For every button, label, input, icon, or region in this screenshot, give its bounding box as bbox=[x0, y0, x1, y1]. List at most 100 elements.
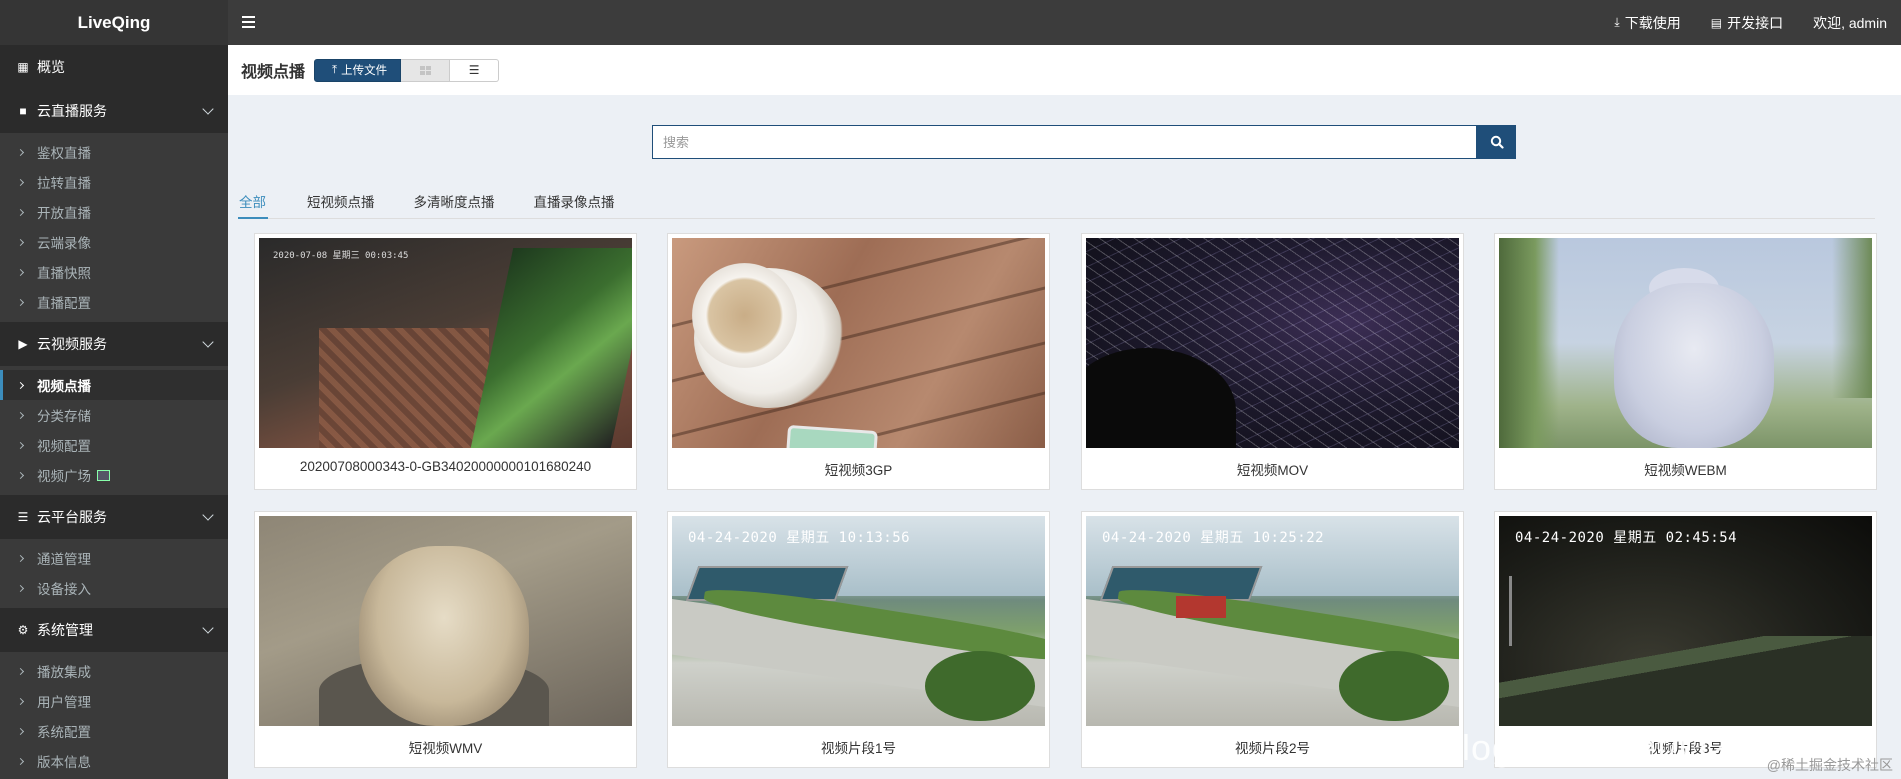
video-thumbnail bbox=[1086, 238, 1459, 448]
content-header: 视频点播 ⤒ 上传文件 ☰ bbox=[228, 45, 1901, 95]
chevron-right-icon bbox=[16, 554, 25, 562]
video-thumbnail bbox=[1499, 238, 1872, 448]
sidebar-item-player-integration[interactable]: 播放集成 bbox=[0, 656, 228, 686]
sidebar-item-vod[interactable]: 视频点播 bbox=[0, 370, 228, 400]
chevron-right-icon bbox=[16, 381, 25, 389]
video-card[interactable]: 04-24-2020 星期五 10:13:56 视频片段1号 bbox=[667, 511, 1050, 768]
sidebar-group-live[interactable]: ■ 云直播服务 bbox=[0, 89, 228, 133]
chevron-right-icon bbox=[16, 441, 25, 449]
sidebar-item-label: 视频广场 bbox=[37, 469, 91, 484]
download-icon: ⤓ bbox=[1614, 15, 1620, 29]
upload-button[interactable]: ⤒ 上传文件 bbox=[314, 58, 402, 82]
video-card[interactable]: 04-24-2020 星期五 10:25:22 视频片段2号 bbox=[1081, 511, 1464, 768]
video-thumbnail bbox=[672, 238, 1045, 448]
sidebar-submenu-video: 视频点播 分类存储 视频配置 视频广场 bbox=[0, 366, 228, 495]
sidebar-item-overview[interactable]: ▦ 概览 bbox=[0, 45, 228, 89]
video-thumbnail: 04-24-2020 星期五 02:45:54 bbox=[1499, 516, 1872, 726]
sidebar-item-cloud-record[interactable]: 云端录像 bbox=[0, 227, 228, 257]
chevron-right-icon bbox=[16, 471, 25, 479]
sidebar-item-auth-live[interactable]: 鉴权直播 bbox=[0, 137, 228, 167]
sidebar-group-system[interactable]: ⚙ 系统管理 bbox=[0, 608, 228, 652]
sidebar-item-label: 拉转直播 bbox=[37, 176, 91, 191]
video-title: 视频片段1号 bbox=[820, 741, 896, 756]
video-card[interactable]: 2020-07-08 星期三 00:03:45 20200708000343-0… bbox=[254, 233, 637, 490]
sidebar-item-pull-live[interactable]: 拉转直播 bbox=[0, 167, 228, 197]
sidebar-toggle-button[interactable] bbox=[242, 12, 258, 32]
sidebar-item-user-mgmt[interactable]: 用户管理 bbox=[0, 686, 228, 716]
tab-short-video[interactable]: 短视频点播 bbox=[307, 183, 375, 219]
sidebar-item-label: 开放直播 bbox=[37, 206, 91, 221]
video-title: 短视频WEBM bbox=[1644, 463, 1727, 478]
video-title: 短视频3GP bbox=[824, 463, 893, 478]
grid-view-button[interactable] bbox=[401, 58, 451, 82]
sidebar-item-open-live[interactable]: 开放直播 bbox=[0, 197, 228, 227]
video-card[interactable]: 短视频WEBM bbox=[1494, 233, 1877, 490]
sidebar-item-live-config[interactable]: 直播配置 bbox=[0, 287, 228, 317]
chevron-down-icon bbox=[202, 103, 214, 115]
sidebar: ▦ 概览 ■ 云直播服务 鉴权直播 拉转直播 开放直播 云端录像 直播快照 直播… bbox=[0, 45, 228, 779]
top-navbar: LiveQing ⤓ 下载使用 ▤ 开发接口 欢迎, admin bbox=[0, 0, 1901, 45]
sidebar-item-video-square[interactable]: 视频广场 bbox=[0, 460, 228, 490]
grid-icon bbox=[419, 65, 431, 75]
chevron-right-icon bbox=[16, 148, 25, 156]
sidebar-group-platform[interactable]: ☰ 云平台服务 bbox=[0, 495, 228, 539]
sidebar-item-category-storage[interactable]: 分类存储 bbox=[0, 400, 228, 430]
sidebar-item-video-config[interactable]: 视频配置 bbox=[0, 430, 228, 460]
tab-all[interactable]: 全部 bbox=[238, 183, 268, 219]
chevron-right-icon bbox=[16, 238, 25, 246]
sidebar-item-live-snapshot[interactable]: 直播快照 bbox=[0, 257, 228, 287]
app-logo[interactable]: LiveQing bbox=[0, 0, 228, 45]
sidebar-item-device-access[interactable]: 设备接入 bbox=[0, 573, 228, 603]
sidebar-group-label: 系统管理 bbox=[37, 622, 93, 638]
list-view-button[interactable]: ☰ bbox=[450, 58, 500, 82]
video-card[interactable]: 短视频MOV bbox=[1081, 233, 1464, 490]
search-input[interactable] bbox=[652, 125, 1477, 159]
sidebar-item-label: 直播快照 bbox=[37, 266, 91, 281]
video-osd-timestamp: 04-24-2020 星期五 10:25:22 bbox=[1102, 530, 1325, 546]
upload-label: 上传文件 bbox=[341, 65, 388, 77]
chevron-right-icon bbox=[16, 584, 25, 592]
toolbar-button-group: ⤒ 上传文件 ☰ bbox=[314, 58, 500, 82]
chevron-down-icon bbox=[202, 622, 214, 634]
video-osd-timestamp: 2020-07-08 星期三 00:03:45 bbox=[273, 251, 409, 261]
video-title: 短视频WMV bbox=[408, 741, 483, 756]
chevron-right-icon bbox=[16, 757, 25, 765]
sidebar-item-label: 设备接入 bbox=[37, 582, 91, 597]
sidebar-item-system-config[interactable]: 系统配置 bbox=[0, 716, 228, 746]
download-link[interactable]: ⤓ 下载使用 bbox=[1614, 13, 1680, 33]
welcome-label: 欢迎, admin bbox=[1813, 14, 1887, 31]
user-menu[interactable]: 欢迎, admin bbox=[1813, 13, 1887, 33]
sidebar-item-label: 视频点播 bbox=[37, 379, 91, 394]
video-title: 20200708000343-0-GB34020000000101680240 bbox=[299, 459, 592, 474]
sidebar-item-label: 系统配置 bbox=[37, 725, 91, 740]
sidebar-item-version-info[interactable]: 版本信息 bbox=[0, 746, 228, 776]
search-button[interactable] bbox=[1477, 125, 1516, 159]
chevron-right-icon bbox=[16, 411, 25, 419]
video-card[interactable]: 短视频3GP bbox=[667, 233, 1050, 490]
tab-multi-resolution[interactable]: 多清晰度点播 bbox=[414, 183, 495, 219]
sidebar-item-label: 概览 bbox=[37, 59, 65, 75]
watermark: @稀土掘金技术社区 bbox=[1766, 757, 1893, 773]
list-icon: ☰ bbox=[468, 63, 480, 77]
tab-live-recording[interactable]: 直播录像点播 bbox=[534, 183, 615, 219]
sidebar-item-label: 视频配置 bbox=[37, 439, 91, 454]
server-icon: ☰ bbox=[17, 510, 29, 524]
video-thumbnail: 04-24-2020 星期五 10:13:56 bbox=[672, 516, 1045, 726]
chevron-right-icon bbox=[16, 667, 25, 675]
video-card[interactable]: 短视频WMV bbox=[254, 511, 637, 768]
search-bar bbox=[652, 125, 1516, 159]
sidebar-item-channel-mgmt[interactable]: 通道管理 bbox=[0, 543, 228, 573]
video-thumbnail bbox=[259, 516, 632, 726]
sidebar-item-label: 播放集成 bbox=[37, 665, 91, 680]
video-camera-icon: ■ bbox=[19, 104, 27, 118]
background-watermark: log.csdn.net/Q2101 bbox=[1462, 727, 1793, 768]
sidebar-submenu-platform: 通道管理 设备接入 bbox=[0, 539, 228, 608]
sidebar-group-video[interactable]: ▶ 云视频服务 bbox=[0, 322, 228, 366]
chevron-right-icon bbox=[16, 727, 25, 735]
api-docs-link[interactable]: ▤ 开发接口 bbox=[1711, 13, 1783, 33]
category-tabs: 全部 短视频点播 多清晰度点播 直播录像点播 bbox=[238, 183, 1875, 219]
video-title: 短视频MOV bbox=[1236, 463, 1309, 478]
chevron-right-icon bbox=[16, 178, 25, 186]
sidebar-group-label: 云直播服务 bbox=[37, 103, 107, 119]
sidebar-submenu-system: 播放集成 用户管理 系统配置 版本信息 bbox=[0, 652, 228, 779]
